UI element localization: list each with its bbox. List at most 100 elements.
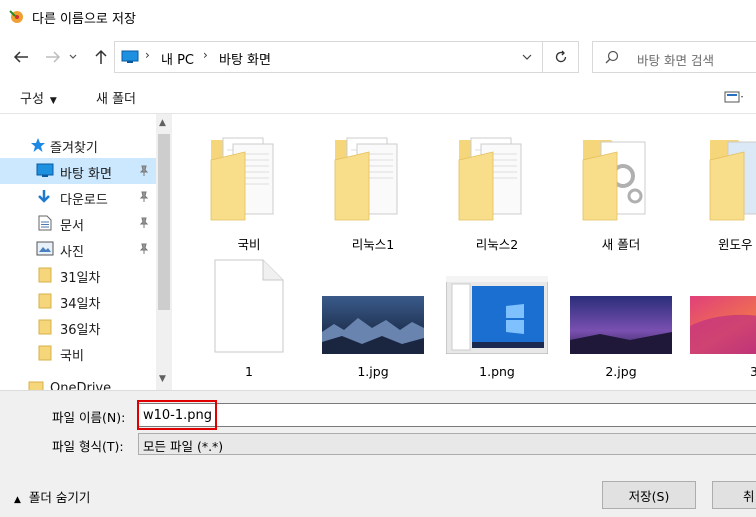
file-item-3-jpg[interactable]: 3.jpg — [686, 254, 756, 384]
file-item-folder-gukbi[interactable]: 국비 — [190, 124, 308, 254]
blank-file-icon — [190, 254, 308, 358]
navigation-pane: 즐겨찾기 바탕 화면 다운로드 문서 사진 31일차 34일차 36일차 국비 … — [0, 114, 174, 390]
cancel-button[interactable]: 취 — [712, 481, 756, 509]
filetype-value: 모든 파일 (*.*) — [143, 439, 224, 454]
breadcrumb-item-desktop[interactable]: 바탕 화면 — [219, 49, 271, 68]
file-name: 3.jpg — [750, 364, 756, 379]
save-button[interactable]: 저장(S) — [602, 481, 696, 509]
window-title: 다른 이름으로 저장 — [32, 12, 136, 27]
address-dropdown[interactable] — [517, 48, 537, 66]
file-item-1-jpg[interactable]: 1.jpg — [314, 254, 432, 384]
nav-item-gukbi[interactable]: 국비 — [0, 340, 156, 366]
nav-item-label: 국비 — [60, 349, 84, 364]
image-thumbnail — [438, 254, 556, 358]
hide-folders-label: 폴더 숨기기 — [28, 490, 91, 505]
image-thumbnail — [314, 254, 432, 358]
arrow-up-icon — [95, 49, 107, 64]
file-item-folder-linux1[interactable]: 리눅스1 — [314, 124, 432, 254]
address-bar[interactable]: › 내 PC › 바탕 화면 — [114, 41, 543, 73]
organize-label: 구성 — [20, 92, 44, 107]
folder-icon — [190, 124, 308, 228]
document-icon — [38, 215, 52, 231]
nav-item-downloads[interactable]: 다운로드 — [0, 184, 156, 210]
nav-item-pictures[interactable]: 사진 — [0, 236, 156, 262]
picture-icon — [36, 241, 54, 256]
nav-item-label: 바탕 화면 — [60, 167, 112, 182]
nav-item-desktop[interactable]: 바탕 화면 — [0, 158, 156, 184]
file-item-folder-windows[interactable]: 윈도우 — [686, 124, 756, 254]
paint-app-icon — [9, 10, 23, 23]
settings-folder-icon — [562, 124, 680, 228]
image-thumbnail — [562, 254, 680, 358]
nav-item-label: 31일차 — [60, 271, 101, 286]
nav-item-folder-36[interactable]: 36일차 — [0, 314, 156, 340]
cloud-icon — [28, 381, 44, 390]
chevron-down-icon — [522, 54, 532, 60]
refresh-icon — [555, 50, 566, 63]
arrow-right-icon — [46, 51, 61, 63]
search-placeholder: 바탕 화면 검색 — [637, 53, 714, 68]
pc-icon — [121, 50, 139, 63]
folder-icon — [38, 267, 52, 283]
file-name: 국비 — [237, 237, 261, 252]
nav-item-label: 36일차 — [60, 323, 101, 338]
breadcrumb-separator: › — [203, 48, 208, 62]
nav-item-folder-31[interactable]: 31일차 — [0, 262, 156, 288]
folder-icon — [38, 345, 52, 361]
folder-icon — [438, 124, 556, 228]
nav-item-label: OneDrive — [50, 381, 112, 390]
file-name: 윈도우 — [718, 237, 753, 252]
caret-down-icon: ▼ — [49, 96, 57, 106]
file-item-2-jpg[interactable]: 2.jpg — [562, 254, 680, 384]
nav-pane-scrollbar[interactable]: ▲ ▼ — [156, 114, 172, 390]
pin-icon — [139, 165, 149, 176]
scroll-up-icon[interactable]: ▲ — [159, 118, 166, 128]
breadcrumb-item-pc[interactable]: 내 PC — [161, 49, 194, 68]
file-item-folder-new[interactable]: 새 폴더 — [562, 124, 680, 254]
arrow-left-icon — [13, 51, 28, 63]
nav-item-documents[interactable]: 문서 — [0, 210, 156, 236]
file-name: 리눅스2 — [475, 237, 519, 252]
search-icon — [605, 50, 619, 64]
up-button[interactable] — [90, 46, 112, 68]
nav-item-label: 문서 — [60, 219, 84, 234]
caret-up-icon: ▲ — [14, 495, 21, 505]
folder-icon — [38, 319, 52, 335]
recent-locations-button[interactable] — [66, 46, 80, 68]
nav-item-folder-34[interactable]: 34일차 — [0, 288, 156, 314]
forward-button[interactable] — [42, 46, 64, 68]
file-name: 1 — [245, 364, 253, 379]
scroll-down-icon[interactable]: ▼ — [159, 374, 166, 384]
chevron-down-icon — [69, 54, 77, 59]
file-item-1[interactable]: 1 — [190, 254, 308, 384]
pin-icon — [139, 243, 149, 254]
download-icon — [38, 190, 50, 203]
command-bar: 구성 ▼ 새 폴더 — [0, 80, 756, 114]
back-button[interactable] — [10, 46, 32, 68]
save-options-panel: 파일 이름(N): 파일 형식(T): 모든 파일 (*.*) ▲폴더 숨기기 … — [0, 390, 756, 517]
star-icon — [31, 138, 45, 152]
desktop-icon — [36, 163, 54, 177]
new-folder-button[interactable]: 새 폴더 — [96, 88, 136, 107]
nav-item-label: 사진 — [60, 245, 84, 260]
title-bar: 다른 이름으로 저장 — [0, 0, 756, 32]
filename-input[interactable] — [138, 403, 756, 427]
pin-icon — [139, 191, 149, 202]
file-item-1-png[interactable]: 1.png — [438, 254, 556, 384]
file-list: 국비 리눅스1 리눅스2 새 폴더 윈도우 1 1.jpg 1.png 2.jp… — [174, 114, 756, 390]
refresh-button[interactable] — [543, 41, 579, 73]
nav-item-onedrive[interactable]: OneDrive — [0, 376, 156, 390]
organize-button[interactable]: 구성 ▼ — [20, 88, 57, 107]
search-box[interactable]: 바탕 화면 검색 — [592, 41, 756, 73]
pin-icon — [139, 217, 149, 228]
filetype-select[interactable]: 모든 파일 (*.*) — [138, 433, 756, 455]
folder-icon — [686, 124, 756, 228]
file-item-folder-linux2[interactable]: 리눅스2 — [438, 124, 556, 254]
filetype-label: 파일 형식(T): — [52, 439, 124, 454]
nav-item-quick-access[interactable]: 즐겨찾기 — [0, 132, 156, 158]
view-options-icon[interactable] — [724, 90, 744, 104]
scrollbar-thumb[interactable] — [158, 134, 170, 310]
file-name: 2.jpg — [605, 364, 637, 379]
file-name: 새 폴더 — [601, 237, 641, 252]
hide-folders-button[interactable]: ▲ 폴더 숨기기 — [14, 487, 90, 506]
